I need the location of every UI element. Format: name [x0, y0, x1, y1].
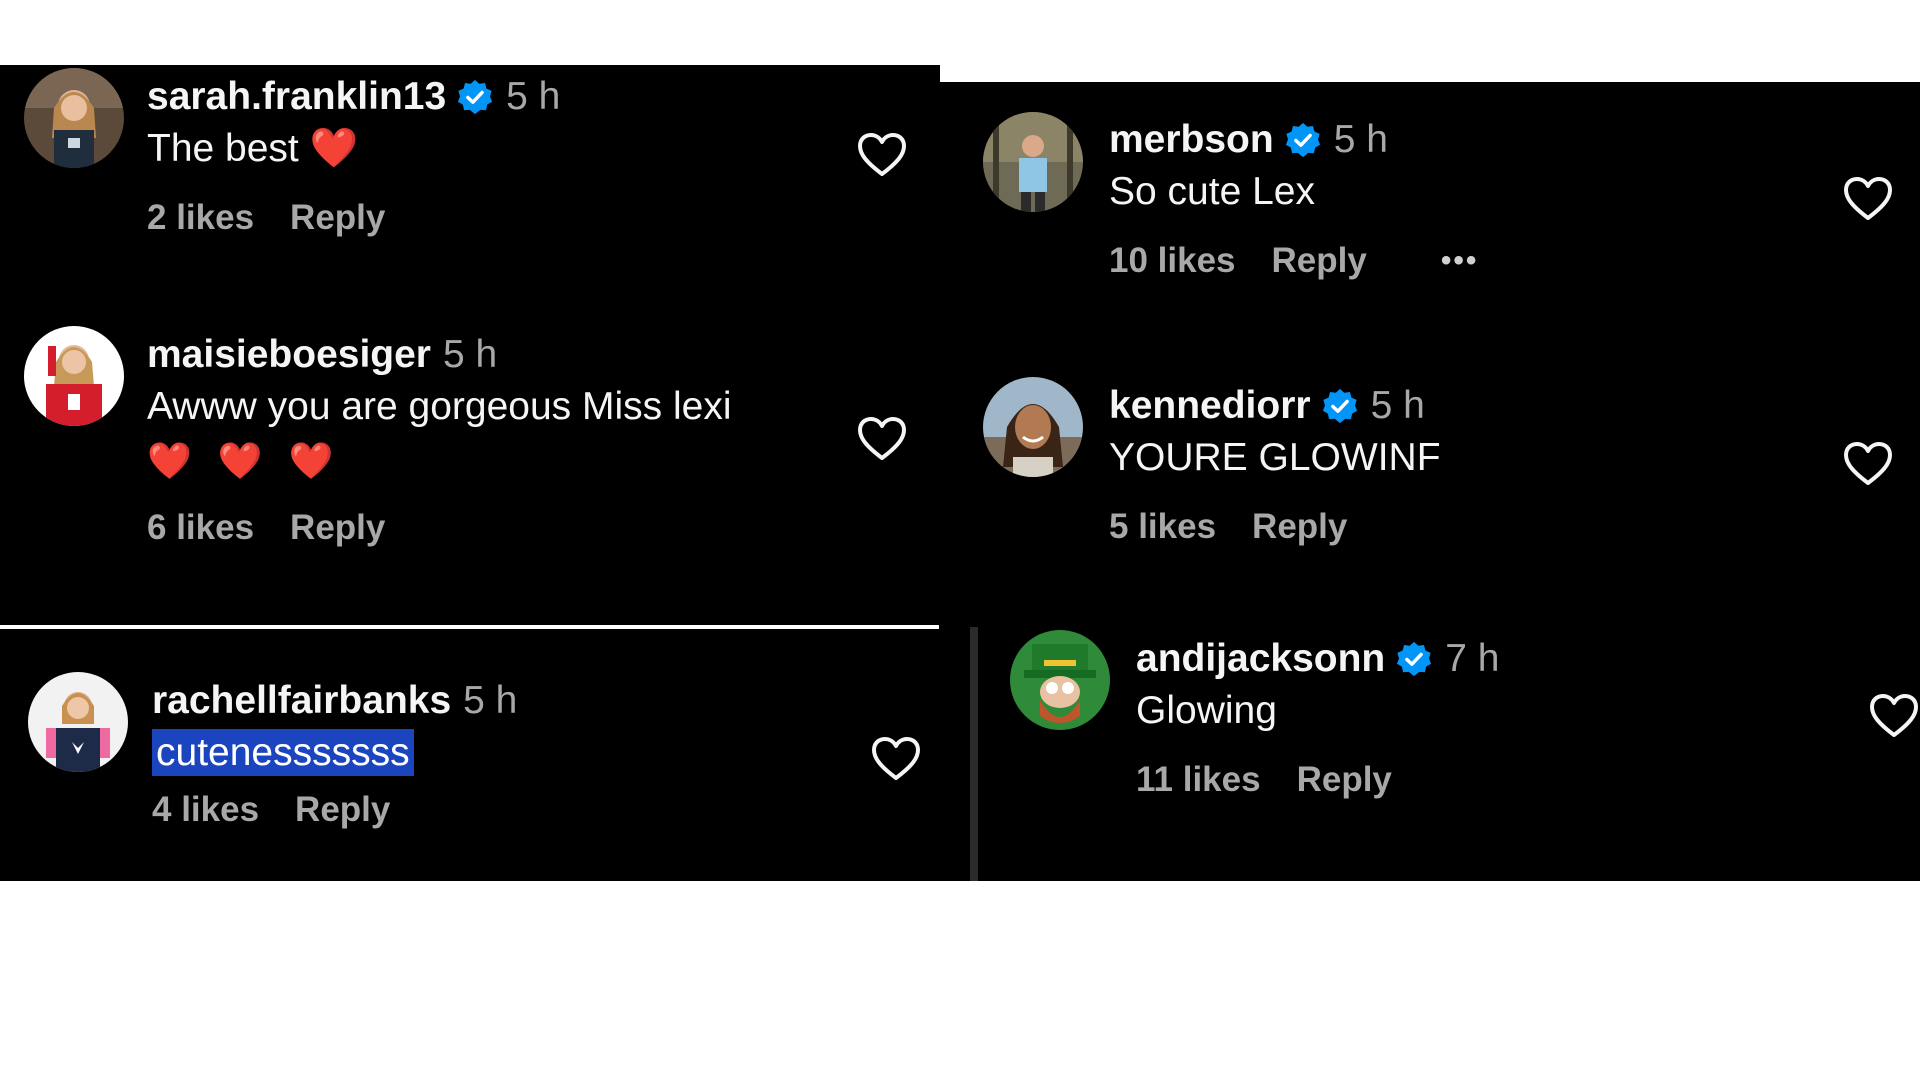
heart-outline-icon[interactable]: [856, 416, 908, 462]
comment-meta: 5 likes Reply: [1109, 507, 1441, 547]
username[interactable]: merbson: [1109, 117, 1274, 163]
heart-outline-icon[interactable]: [870, 736, 922, 782]
likes-count[interactable]: 10 likes: [1109, 241, 1236, 281]
comment-text-content: The best: [147, 127, 299, 170]
timestamp: 5 h: [506, 75, 561, 118]
username[interactable]: sarah.franklin13: [147, 74, 446, 120]
likes-count[interactable]: 5 likes: [1109, 507, 1216, 547]
comment-text: YOURE GLOWINF: [1109, 436, 1441, 479]
comment-header: merbson 5 h: [1109, 117, 1478, 163]
comment-text: The best ❤️: [147, 122, 560, 176]
comment-meta: 6 likes Reply: [147, 508, 732, 548]
reply-button[interactable]: Reply: [290, 198, 385, 238]
username[interactable]: rachellfairbanks: [152, 678, 451, 724]
timestamp: 5 h: [442, 333, 498, 376]
verified-badge-icon: [1395, 640, 1433, 678]
timestamp: 5 h: [1370, 384, 1425, 427]
reply-button[interactable]: Reply: [1272, 241, 1367, 281]
likes-count[interactable]: 2 likes: [147, 198, 254, 238]
username[interactable]: andijacksonn: [1136, 636, 1385, 682]
avatar[interactable]: [24, 326, 124, 426]
heart-emoji-row: ❤️ ❤️ ❤️: [147, 440, 342, 481]
timestamp: 7 h: [1445, 637, 1500, 680]
comment-header: sarah.franklin13 5 h: [147, 74, 560, 120]
reply-button[interactable]: Reply: [295, 790, 390, 830]
comment-header: rachellfairbanks 5 h: [152, 678, 517, 724]
avatar[interactable]: [983, 112, 1083, 212]
reply-button[interactable]: Reply: [1252, 507, 1347, 547]
verified-badge-icon: [1284, 121, 1322, 159]
reply-button[interactable]: Reply: [290, 508, 385, 548]
avatar[interactable]: [28, 672, 128, 772]
likes-count[interactable]: 6 likes: [147, 508, 254, 548]
likes-count[interactable]: 4 likes: [152, 790, 259, 830]
comment-header: andijacksonn 7 h: [1136, 636, 1499, 682]
timestamp: 5 h: [1333, 118, 1388, 161]
verified-badge-icon: [1321, 387, 1359, 425]
heart-outline-icon[interactable]: [856, 132, 908, 178]
username[interactable]: maisieboesiger: [147, 332, 431, 378]
comment-text: So cute Lex: [1109, 170, 1315, 213]
verified-badge-icon: [456, 78, 494, 116]
comment-header: kennediorr 5 h: [1109, 383, 1441, 429]
avatar[interactable]: [983, 377, 1083, 477]
panel-divider: [970, 627, 978, 881]
username[interactable]: kennediorr: [1109, 383, 1311, 429]
heart-emoji: ❤️: [309, 127, 359, 170]
heart-outline-icon[interactable]: [1842, 176, 1894, 222]
comment-meta: 2 likes Reply: [147, 198, 560, 238]
likes-count[interactable]: 11 likes: [1136, 760, 1261, 800]
comment-text: cutenesssssss: [152, 726, 517, 780]
comment-meta: 10 likes Reply •••: [1109, 241, 1478, 281]
comment-header: maisieboesiger 5 h: [147, 332, 732, 378]
timestamp: 5 h: [463, 679, 518, 722]
comment-meta: 11 likes Reply: [1136, 760, 1499, 800]
comment-text: Awww you are gorgeous Miss lexi: [147, 385, 732, 428]
comment-meta: 4 likes Reply: [152, 790, 517, 830]
avatar[interactable]: [24, 68, 124, 168]
avatar[interactable]: [1010, 630, 1110, 730]
selected-comment-text[interactable]: cutenesssssss: [152, 729, 414, 776]
comment-text: Glowing: [1136, 689, 1277, 732]
heart-outline-icon[interactable]: [1868, 693, 1920, 739]
reply-button[interactable]: Reply: [1297, 760, 1392, 800]
more-options-icon[interactable]: •••: [1441, 244, 1479, 278]
heart-outline-icon[interactable]: [1842, 441, 1894, 487]
screenshot-canvas: sarah.franklin13 5 h The best ❤️ 2 likes…: [0, 0, 1920, 1080]
